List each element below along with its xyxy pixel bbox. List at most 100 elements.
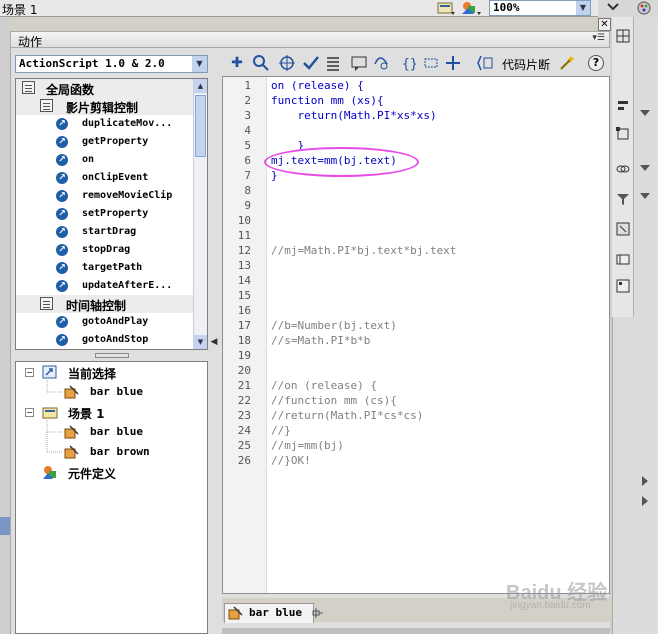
code-line[interactable]: //on (release) {	[271, 378, 377, 393]
zoom-select[interactable]: 100% ▼	[489, 0, 591, 16]
chevron-down-icon[interactable]	[603, 0, 623, 16]
check-syntax-icon[interactable]	[302, 54, 320, 72]
line-number: 24	[237, 424, 251, 437]
code-line[interactable]: //mj=mm(bj)	[271, 438, 344, 453]
chevron-down-icon[interactable]: ▼	[576, 1, 590, 15]
auto-format-icon[interactable]	[324, 54, 342, 72]
tree-lines	[46, 380, 63, 453]
toolbox-item[interactable]: ↗ removeMovieClip	[16, 187, 194, 205]
language-version-select[interactable]: ActionScript 1.0 & 2.0 ▼	[15, 55, 208, 73]
code-line[interactable]: function mm (xs){	[271, 93, 384, 108]
help-button[interactable]: ?	[588, 55, 604, 71]
align-icon[interactable]	[616, 99, 630, 113]
magic-wand-icon[interactable]	[558, 54, 576, 72]
scene-label: 场景 1	[2, 3, 38, 17]
expand-all-icon[interactable]	[444, 54, 462, 72]
button-symbol-icon	[228, 606, 243, 620]
code-line[interactable]: //}	[271, 423, 291, 438]
edit-scene-icon[interactable]	[436, 0, 456, 16]
toolbox-item[interactable]: ↗ stopDrag	[16, 241, 194, 259]
chevron-down-icon[interactable]: ▼	[192, 56, 207, 72]
expand-arrow-icon[interactable]	[640, 193, 650, 199]
code-line[interactable]: //mj=Math.PI*bj.text*bj.text	[271, 243, 456, 258]
close-button[interactable]: ✕	[598, 18, 611, 31]
collapse-braces-icon[interactable]: {}	[400, 54, 418, 72]
left-edge-marker	[0, 517, 10, 535]
library-icon[interactable]	[616, 252, 630, 266]
code-line[interactable]: //s=Math.PI*b*b	[271, 333, 370, 348]
collapse-toolbox-icon[interactable]: ◀	[209, 330, 219, 354]
add-statement-icon[interactable]: ✚	[228, 54, 246, 72]
toolbox-category[interactable]: 影片剪辑控制	[16, 97, 194, 115]
toolbox-item[interactable]: ↗ getProperty	[16, 133, 194, 151]
code-line[interactable]: //}OK!	[271, 453, 311, 468]
code-line[interactable]: return(Math.PI*xs*xs)	[271, 108, 436, 123]
toolbox-scrollbar[interactable]: ▲ ▼	[193, 79, 207, 349]
actions-panel-header[interactable]: 动作 ▾☰	[10, 31, 610, 49]
expand-arrow-icon[interactable]	[642, 496, 648, 506]
debug-options-icon[interactable]	[372, 54, 390, 72]
status-strip	[222, 628, 610, 634]
edit-symbol-icon[interactable]	[460, 0, 482, 16]
scroll-up-icon[interactable]: ▲	[194, 79, 207, 93]
toolbox-item-label: startDrag	[82, 226, 137, 237]
toolbox-item[interactable]: ↗ onClipEvent	[16, 169, 194, 187]
collapse-selection-icon[interactable]	[422, 54, 440, 72]
expand-arrow-icon[interactable]	[642, 476, 648, 486]
toolbox-item[interactable]: ↗ on	[16, 151, 194, 169]
toolbox-item[interactable]: ↗ targetPath	[16, 259, 194, 277]
collapse-toggle-icon[interactable]: −	[25, 368, 34, 377]
watermark-sub: jingyan.baidu.com	[510, 600, 591, 611]
toolbox-item[interactable]: ↗ duplicateMov...	[16, 115, 194, 133]
nav-label-scene-item: bar brown	[90, 445, 150, 458]
palette-icon[interactable]	[634, 0, 654, 16]
toolbox-item-label: removeMovieClip	[82, 190, 173, 201]
toolbox-item[interactable]: ↗ gotoAndStop	[16, 331, 194, 349]
scroll-down-icon[interactable]: ▼	[194, 335, 207, 349]
expand-arrow-icon[interactable]	[640, 110, 650, 116]
toolbox-item[interactable]: ↗ setProperty	[16, 205, 194, 223]
code-line[interactable]: on (release) {	[271, 78, 364, 93]
toolbox-category[interactable]: 时间轴控制	[16, 295, 194, 313]
panel-splitter[interactable]	[15, 351, 208, 360]
toolbox-item[interactable]: ↗ startDrag	[16, 223, 194, 241]
target-path-icon[interactable]	[278, 54, 296, 72]
toolbox-item-label: stopDrag	[82, 244, 131, 255]
grid-icon[interactable]	[616, 29, 630, 43]
expand-arrow-icon[interactable]	[640, 165, 650, 171]
line-number: 1	[244, 79, 251, 92]
link-icon[interactable]	[616, 162, 630, 176]
component-icon[interactable]	[616, 222, 630, 236]
scrollbar-thumb[interactable]	[195, 95, 206, 157]
toolbox-item-label: duplicateMov...	[82, 118, 173, 129]
toolbox-item[interactable]: ↗ gotoAndPlay	[16, 313, 194, 331]
toolbox-item-label: gotoAndStop	[82, 334, 149, 345]
code-line[interactable]: //b=Number(bj.text)	[271, 318, 397, 333]
line-number: 11	[237, 229, 251, 242]
code-hint-icon[interactable]	[350, 54, 368, 72]
script-assist-icon[interactable]	[476, 54, 494, 72]
line-number: 19	[237, 349, 251, 362]
code-line[interactable]: //function mm (cs){	[271, 393, 397, 408]
action-icon: ↗	[56, 172, 68, 184]
swatches-icon[interactable]	[616, 279, 630, 293]
code-snippets-button[interactable]: 代码片断	[502, 56, 550, 73]
toolbox-item-label: getProperty	[82, 136, 149, 147]
splitter-grip[interactable]	[95, 353, 129, 358]
line-number-gutter: 1 2 3 4 5 6 7 8 9 10 11 12 13 14 15 16 17 18 19 20 21 22 23 24 2…	[223, 77, 267, 593]
toolbox-item[interactable]: ↗ updateAfterE...	[16, 277, 194, 295]
action-icon: ↗	[56, 226, 68, 238]
nav-label-scene: 场景 1	[68, 407, 105, 421]
transform-icon[interactable]	[616, 127, 630, 141]
script-tab[interactable]: bar blue	[224, 603, 314, 623]
toolbox-category[interactable]: 全局函数	[16, 79, 194, 97]
line-number: 13	[237, 259, 251, 272]
pin-script-icon[interactable]	[312, 608, 324, 618]
toolbox-category-label: 全局函数	[46, 83, 95, 97]
panel-menu-icon[interactable]: ▾☰	[592, 33, 605, 43]
line-number: 21	[237, 379, 251, 392]
code-line[interactable]: //return(Math.PI*cs*cs)	[271, 408, 423, 423]
find-icon[interactable]	[252, 54, 270, 72]
filter-icon[interactable]	[616, 192, 630, 206]
line-number: 14	[237, 274, 251, 287]
